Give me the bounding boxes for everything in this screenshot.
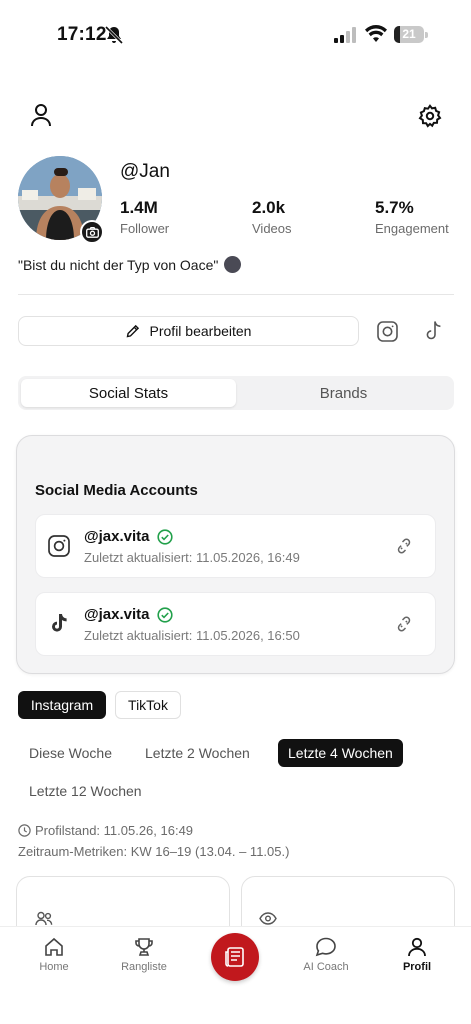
wifi-icon: [365, 25, 387, 42]
period-meta: Zeitraum-Metriken: KW 16–19 (13.04. – 11…: [18, 844, 289, 859]
edit-profile-button[interactable]: Profil bearbeiten: [18, 316, 359, 346]
period-text: Zeitraum-Metriken: KW 16–19 (13.04. – 11…: [18, 844, 290, 859]
tab-home[interactable]: Home: [14, 937, 94, 973]
account-row-instagram[interactable]: @jax.vita Zuletzt aktualisiert: 11.05.20…: [35, 514, 436, 578]
range-last-4-weeks[interactable]: Letzte 4 Wochen: [278, 739, 403, 767]
status-bar: 17:12 21: [0, 0, 471, 70]
verified-check-icon: [156, 606, 173, 623]
feed-fab-button[interactable]: [211, 933, 259, 981]
chip-instagram[interactable]: Instagram: [18, 691, 106, 719]
profile-state-text: Profilstand: 11.05.26, 16:49: [35, 823, 194, 838]
verified-check-icon: [156, 528, 173, 545]
tab-social-stats[interactable]: Social Stats: [21, 379, 236, 407]
stat-value: 1.4M: [120, 198, 158, 217]
tiktok-icon: [52, 614, 67, 632]
account-icon[interactable]: [28, 102, 54, 128]
profile-bio: "Bist du nicht der Typ von Oace": [18, 256, 242, 273]
stat-value: 5.7%: [375, 198, 414, 217]
account-handle-row: @jax.vita: [84, 606, 173, 623]
trophy-icon: [135, 938, 153, 956]
stat-videos: 2.0k Videos: [252, 198, 292, 236]
divider: [18, 294, 454, 295]
tab-label: Home: [39, 961, 69, 973]
home-icon: [45, 937, 63, 956]
emoji-icon: [224, 256, 242, 273]
instagram-icon: [48, 535, 70, 557]
newspaper-icon: [225, 947, 244, 967]
bottom-tab-bar: Home Rangliste AI Coach Profil: [0, 926, 471, 1024]
bio-text: "Bist du nicht der Typ von Oace": [18, 256, 219, 273]
range-last-2-weeks[interactable]: Letzte 2 Wochen: [145, 739, 250, 767]
unlink-icon[interactable]: [395, 615, 413, 633]
tiktok-icon[interactable]: [422, 318, 446, 344]
tab-label: Rangliste: [121, 961, 167, 973]
eye-icon: [259, 912, 277, 925]
stat-label: Engagement: [375, 221, 449, 236]
account-updated: Zuletzt aktualisiert: 11.05.2026, 16:50: [84, 628, 300, 643]
chip-tiktok[interactable]: TikTok: [115, 691, 181, 719]
stats-segmented-control: Social Stats Brands: [18, 376, 454, 410]
tab-label: AI Coach: [303, 961, 349, 973]
pencil-icon: [126, 324, 139, 338]
profile-username: @Jan: [120, 161, 170, 182]
account-handle-row: @jax.vita: [84, 528, 173, 545]
battery-level: 21: [402, 27, 416, 41]
tab-rangliste[interactable]: Rangliste: [104, 937, 184, 973]
stat-label: Follower: [120, 221, 170, 236]
clock-icon: [18, 824, 31, 837]
camera-icon[interactable]: [80, 220, 104, 244]
account-updated: Zuletzt aktualisiert: 11.05.2026, 16:49: [84, 550, 300, 565]
unlink-icon[interactable]: [395, 537, 413, 555]
tab-label: Profil: [402, 961, 432, 973]
status-time: 17:12: [57, 24, 107, 45]
tab-brands[interactable]: Brands: [236, 379, 451, 407]
chat-bubble-icon: [315, 937, 336, 957]
stat-label: Videos: [252, 221, 292, 236]
range-this-week[interactable]: Diese Woche: [29, 739, 112, 767]
users-icon: [35, 911, 53, 926]
profile-icon: [408, 937, 426, 957]
profile-state-meta: Profilstand: 11.05.26, 16:49: [18, 823, 193, 838]
bell-off-icon: [105, 25, 123, 45]
social-accounts-title: Social Media Accounts: [35, 482, 198, 499]
stat-followers: 1.4M Follower: [120, 198, 169, 236]
instagram-icon[interactable]: [375, 319, 399, 343]
tab-ai-coach[interactable]: AI Coach: [286, 937, 366, 973]
tab-profil[interactable]: Profil: [377, 937, 457, 973]
edit-profile-label: Profil bearbeiten: [149, 323, 252, 339]
account-handle: @jax.vita: [84, 606, 150, 623]
stat-value: 2.0k: [252, 198, 286, 217]
battery-indicator: 21: [394, 26, 428, 43]
account-handle: @jax.vita: [84, 528, 150, 545]
social-accounts-card: Social Media Accounts @jax.vita Zuletzt …: [16, 435, 455, 674]
settings-gear-icon[interactable]: [416, 102, 444, 130]
stat-engagement: 5.7% Engagement: [375, 198, 449, 236]
cellular-signal-icon: [334, 27, 356, 43]
range-last-12-weeks[interactable]: Letzte 12 Wochen: [29, 777, 142, 805]
account-row-tiktok[interactable]: @jax.vita Zuletzt aktualisiert: 11.05.20…: [35, 592, 436, 656]
